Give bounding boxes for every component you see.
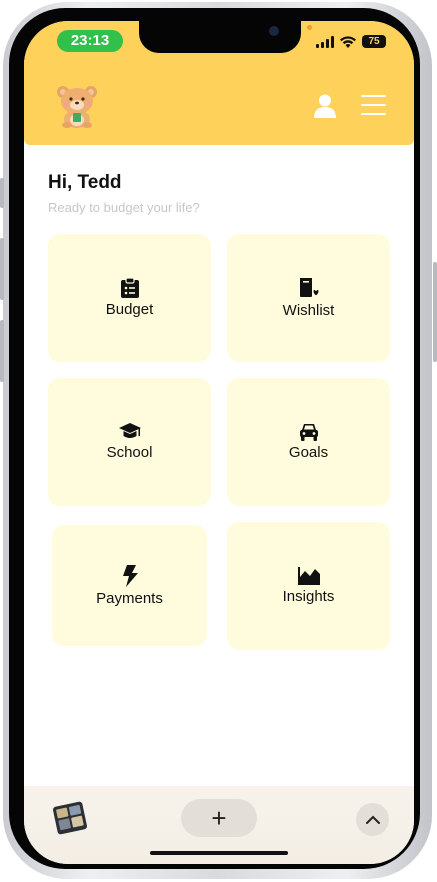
tab-thumbnail-icon[interactable] <box>50 800 90 836</box>
area-chart-icon <box>297 567 320 585</box>
user-icon[interactable] <box>314 94 336 118</box>
wifi-icon <box>340 36 356 48</box>
expand-button[interactable] <box>356 803 389 836</box>
tile-budget[interactable]: Budget <box>48 234 211 362</box>
tile-label: School <box>106 444 153 461</box>
graduation-cap-icon <box>118 423 141 438</box>
dynamic-island <box>139 21 301 53</box>
app-header: 23:13 75 <box>24 21 414 145</box>
tile-label: Insights <box>282 588 335 605</box>
clipboard-list-icon <box>120 278 139 298</box>
lightning-bolt-icon <box>122 564 138 587</box>
tile-label: Payments <box>96 589 163 607</box>
add-tab-button[interactable]: + <box>181 799 257 837</box>
hamburger-menu-icon[interactable] <box>361 95 386 115</box>
tile-label: Budget <box>105 301 154 318</box>
tile-label: Goals <box>288 444 329 461</box>
greeting-title: Hi, Tedd <box>48 172 122 193</box>
chevron-up-icon <box>365 815 380 824</box>
bear-mascot-logo[interactable] <box>54 84 100 128</box>
tile-wishlist[interactable]: Wishlist <box>227 234 390 362</box>
plus-icon: + <box>211 803 227 833</box>
battery-icon: 75 <box>362 35 386 48</box>
tile-school[interactable]: School <box>48 378 211 506</box>
tile-payments[interactable]: Payments <box>52 525 207 646</box>
status-time: 23:13 <box>57 30 123 52</box>
tile-insights[interactable]: Insights <box>227 522 390 650</box>
tile-goals[interactable]: Goals <box>227 378 390 506</box>
home-indicator[interactable] <box>150 851 288 855</box>
signal-icon <box>316 36 334 48</box>
greeting-subtitle: Ready to budget your life? <box>48 200 200 215</box>
car-icon <box>299 424 318 441</box>
side-button-volume-up <box>0 238 4 300</box>
side-button-action <box>0 178 4 208</box>
status-icons: 75 <box>316 35 386 48</box>
privacy-indicator-dot <box>307 25 312 30</box>
bookmark-heart-icon <box>299 277 319 297</box>
camera-icon <box>269 26 279 36</box>
app-screen: 23:13 75 Hi, Tedd Ready to budget your l… <box>24 21 414 864</box>
tile-label: Wishlist <box>282 301 335 319</box>
side-button-power <box>433 262 437 362</box>
side-button-volume-down <box>0 320 4 382</box>
